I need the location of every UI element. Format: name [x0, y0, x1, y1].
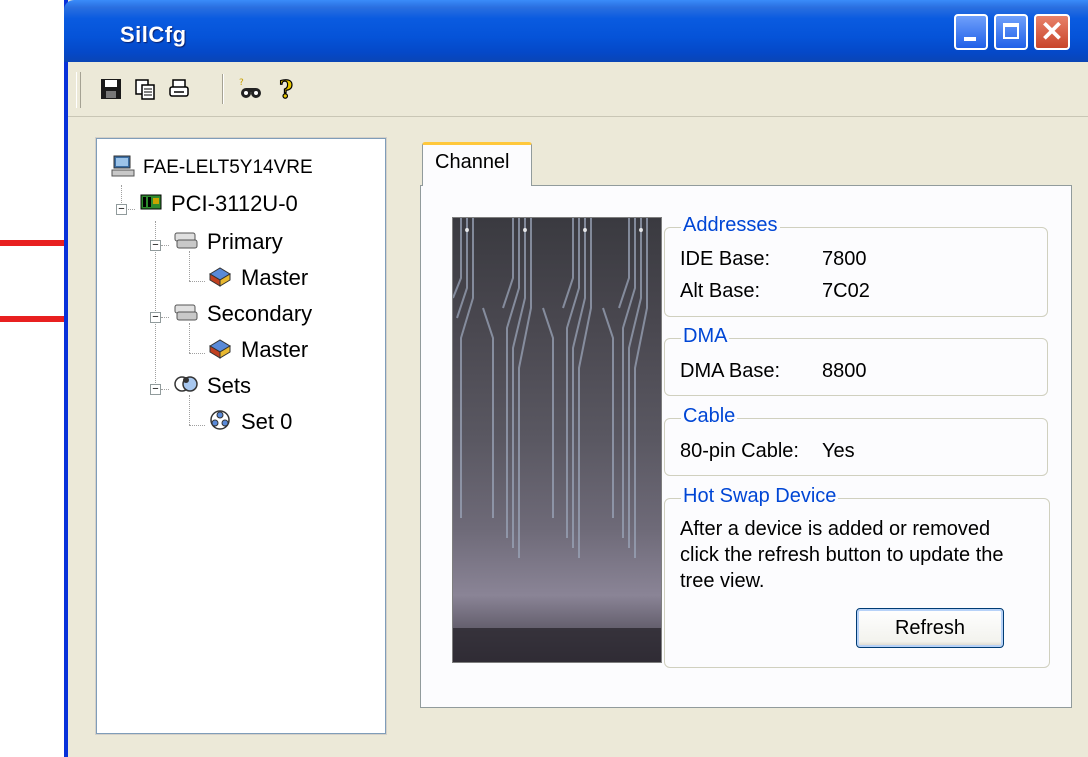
hot-swap-text-line2: click the refresh button to update the	[680, 544, 1004, 566]
app-window: SilCfg ✕ ? ? − − − − FAE-LELT5Y14VRE PCI…	[64, 0, 1088, 757]
cable-group-title: Cable	[681, 405, 738, 428]
dma-base-label: DMA Base:	[680, 360, 781, 382]
device-tree[interactable]: − − − − FAE-LELT5Y14VRE PCI-3112U-0 Prim…	[96, 138, 386, 734]
drive-icon	[207, 264, 233, 293]
find-icon[interactable]: ?	[238, 76, 264, 102]
svg-text:?: ?	[279, 76, 293, 102]
tree-label-primary: Primary	[207, 229, 283, 254]
dma-base-value: 8800	[822, 360, 867, 382]
tree-item-sets[interactable]: Sets	[173, 371, 251, 401]
hot-swap-text-line1: After a device is added or removed	[680, 518, 991, 540]
computer-icon	[111, 154, 135, 183]
ide-base-value: 7800	[822, 248, 867, 270]
controller-card-icon	[139, 190, 163, 219]
tree-item-primary-master[interactable]: Master	[207, 263, 308, 293]
save-icon[interactable]	[98, 76, 124, 102]
addresses-group: Addresses	[664, 214, 1048, 317]
channel-icon	[173, 301, 199, 328]
alt-base-value: 7C02	[822, 280, 870, 302]
window-title: SilCfg	[120, 22, 187, 47]
tree-item-secondary[interactable]: Secondary	[173, 299, 312, 329]
tree-line	[161, 317, 169, 318]
close-icon: ✕	[1040, 16, 1064, 47]
tree-label-set0: Set 0	[241, 409, 293, 434]
help-icon[interactable]: ?	[274, 76, 300, 102]
tree-label-secondary-master: Master	[241, 337, 309, 362]
tree-line	[161, 389, 169, 390]
toolbar-separator	[222, 74, 224, 104]
tree-label-primary-master: Master	[241, 265, 309, 290]
expander-primary[interactable]: −	[150, 240, 161, 251]
svg-text:?: ?	[239, 78, 244, 88]
set-icon	[207, 408, 233, 437]
addresses-group-title: Addresses	[681, 214, 780, 237]
minimize-button[interactable]	[954, 14, 988, 50]
title-bar[interactable]: SilCfg ✕	[64, 0, 1088, 62]
tree-label-sets: Sets	[207, 373, 252, 398]
tree-line	[189, 281, 205, 282]
maximize-button[interactable]	[994, 14, 1028, 50]
expander-controller[interactable]: −	[116, 204, 127, 215]
cable-value: Yes	[822, 440, 855, 462]
tree-line	[161, 245, 169, 246]
tree-item-computer[interactable]: FAE-LELT5Y14VRE	[111, 153, 313, 183]
tab-channel[interactable]: Channel	[422, 142, 532, 186]
print-icon[interactable]	[166, 76, 192, 102]
tree-line	[189, 425, 205, 426]
expander-sets[interactable]: −	[150, 384, 161, 395]
close-button[interactable]: ✕	[1034, 14, 1070, 50]
dma-group-title: DMA	[681, 325, 730, 348]
sets-icon	[173, 372, 199, 401]
maximize-icon	[1003, 23, 1019, 39]
ide-base-label: IDE Base:	[680, 248, 771, 270]
tree-label-computer: FAE-LELT5Y14VRE	[143, 157, 313, 178]
tree-label-controller: PCI-3112U-0	[171, 191, 298, 216]
tree-item-secondary-master[interactable]: Master	[207, 335, 308, 365]
toolbar: ? ?	[68, 62, 1088, 117]
tab-channel-label: Channel	[435, 151, 510, 173]
cable-label: 80-pin Cable:	[680, 440, 799, 462]
tree-item-controller[interactable]: PCI-3112U-0	[139, 189, 298, 219]
channel-icon	[173, 229, 199, 256]
tree-label-secondary: Secondary	[207, 301, 313, 326]
alt-base-label: Alt Base:	[680, 280, 761, 302]
circuit-board-image	[452, 217, 662, 663]
hot-swap-group-title: Hot Swap Device	[681, 485, 839, 508]
tree-line	[189, 353, 205, 354]
hot-swap-text-line3: tree view.	[680, 570, 765, 592]
tree-item-set0[interactable]: Set 0	[207, 407, 292, 437]
minimize-icon	[964, 37, 976, 41]
drive-icon	[207, 336, 233, 365]
tree-item-primary[interactable]: Primary	[173, 227, 283, 257]
copy-icon[interactable]	[132, 76, 158, 102]
refresh-button[interactable]: Refresh	[856, 608, 1004, 648]
toolbar-grip[interactable]	[76, 72, 81, 108]
expander-secondary[interactable]: −	[150, 312, 161, 323]
